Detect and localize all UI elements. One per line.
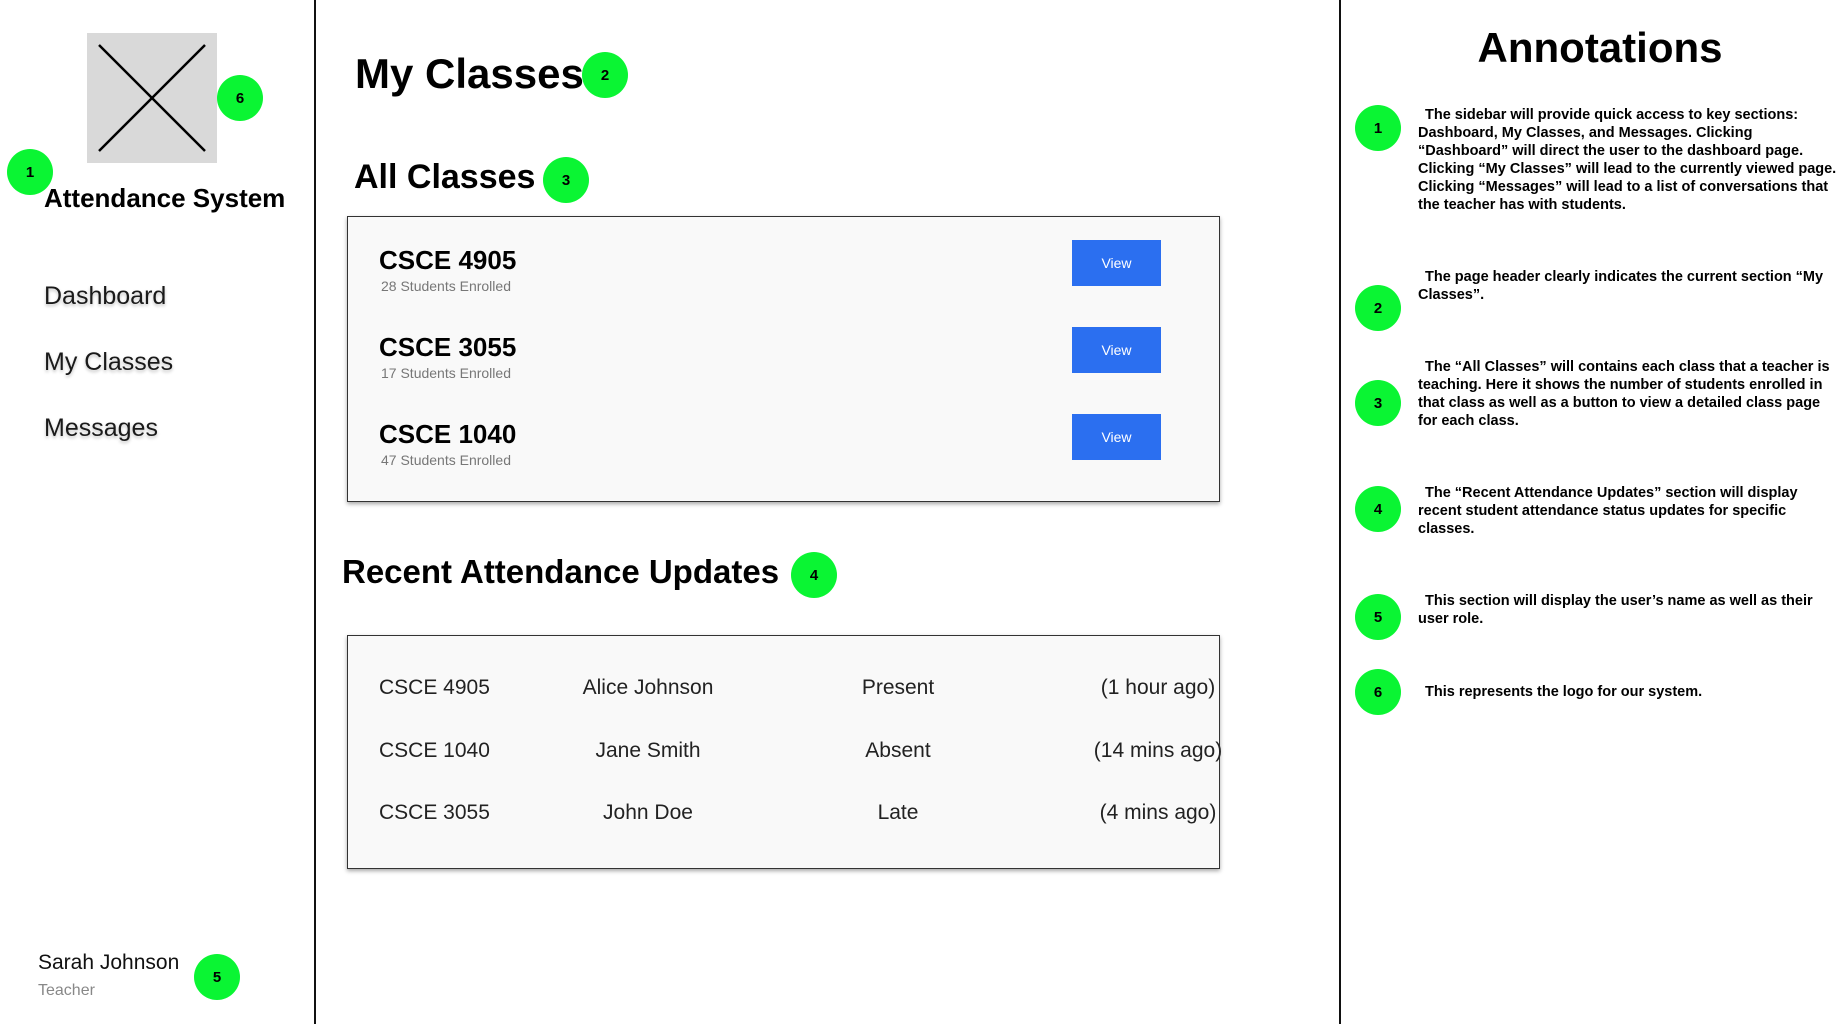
page-title: My Classes xyxy=(355,50,584,97)
recent-updates-card: CSCE 4905 Alice Johnson Present (1 hour … xyxy=(347,635,1222,869)
update-time: (1 hour ago) xyxy=(1100,676,1216,699)
annotation-text: The sidebar will provide quick access to… xyxy=(1418,107,1837,213)
class-code: CSCE 4905 xyxy=(379,245,517,275)
app-title: Attendance System xyxy=(44,183,286,213)
annotations-divider xyxy=(1339,0,1341,1024)
update-row: CSCE 1040 Jane Smith Absent (14 mins ago… xyxy=(348,739,1222,779)
class-enrolled: 17 Students Enrolled xyxy=(381,365,511,381)
nav-item-messages[interactable]: Messages xyxy=(44,414,158,443)
update-time: (4 mins ago) xyxy=(1099,801,1217,824)
all-classes-heading: All Classes xyxy=(354,158,536,196)
class-row: CSCE 3055 17 Students Enrolled View xyxy=(348,327,1219,412)
annotation-badge-2: 2 xyxy=(582,52,628,98)
annotation-list-badge: 3 xyxy=(1355,380,1401,426)
class-code: CSCE 1040 xyxy=(379,419,517,449)
all-classes-card: CSCE 4905 28 Students Enrolled View CSCE… xyxy=(347,216,1220,502)
sidebar-divider xyxy=(314,0,316,1024)
user-role: Teacher xyxy=(38,982,95,999)
class-code: CSCE 3055 xyxy=(379,332,517,362)
update-student: Alice Johnson xyxy=(582,676,714,699)
view-class-button[interactable]: View xyxy=(1072,414,1161,460)
annotation-list-badge: 5 xyxy=(1355,594,1401,640)
class-enrolled: 28 Students Enrolled xyxy=(381,278,511,294)
image-placeholder-icon xyxy=(98,44,206,152)
class-enrolled: 47 Students Enrolled xyxy=(381,452,511,468)
annotation-badge-4: 4 xyxy=(791,552,837,598)
update-student: Jane Smith xyxy=(595,739,701,762)
annotation-badge-3: 3 xyxy=(543,157,589,203)
update-student: John Doe xyxy=(603,801,693,824)
annotations-title: Annotations xyxy=(1477,24,1723,71)
update-class: CSCE 3055 xyxy=(379,801,490,824)
update-status: Present xyxy=(861,676,935,699)
class-row: CSCE 4905 28 Students Enrolled View xyxy=(348,240,1219,325)
recent-updates-heading: Recent Attendance Updates xyxy=(342,553,780,590)
annotation-text: This represents the logo for our system. xyxy=(1425,684,1703,700)
nav-item-dashboard[interactable]: Dashboard xyxy=(44,282,166,311)
annotation-text: The “Recent Attendance Updates” section … xyxy=(1418,485,1798,537)
nav-item-my-classes[interactable]: My Classes xyxy=(44,348,173,377)
view-class-button[interactable]: View xyxy=(1072,327,1161,373)
annotation-text: The page header clearly indicates the cu… xyxy=(1418,269,1824,303)
update-class: CSCE 4905 xyxy=(379,676,490,699)
update-status: Late xyxy=(877,801,919,824)
view-class-button[interactable]: View xyxy=(1072,240,1161,286)
logo-placeholder xyxy=(87,33,217,163)
user-name: Sarah Johnson xyxy=(38,951,180,974)
annotation-list-badge: 4 xyxy=(1355,486,1401,532)
annotation-badge-6: 6 xyxy=(217,75,263,121)
annotation-badge-1: 1 xyxy=(7,149,53,195)
annotation-badge-5: 5 xyxy=(194,954,240,1000)
update-status: Absent xyxy=(865,739,931,762)
update-class: CSCE 1040 xyxy=(379,739,490,762)
annotation-list-badge: 6 xyxy=(1355,669,1401,715)
annotation-list-badge: 1 xyxy=(1355,105,1401,151)
update-time: (14 mins ago) xyxy=(1093,739,1223,762)
annotation-list-badge: 2 xyxy=(1355,285,1401,331)
update-row: CSCE 4905 Alice Johnson Present (1 hour … xyxy=(348,676,1219,716)
update-row: CSCE 3055 John Doe Late (4 mins ago) xyxy=(348,801,1219,841)
annotation-text: This section will display the user’s nam… xyxy=(1418,593,1813,627)
annotation-text: The “All Classes” will contains each cla… xyxy=(1418,359,1830,429)
class-row: CSCE 1040 47 Students Enrolled View xyxy=(348,414,1219,499)
